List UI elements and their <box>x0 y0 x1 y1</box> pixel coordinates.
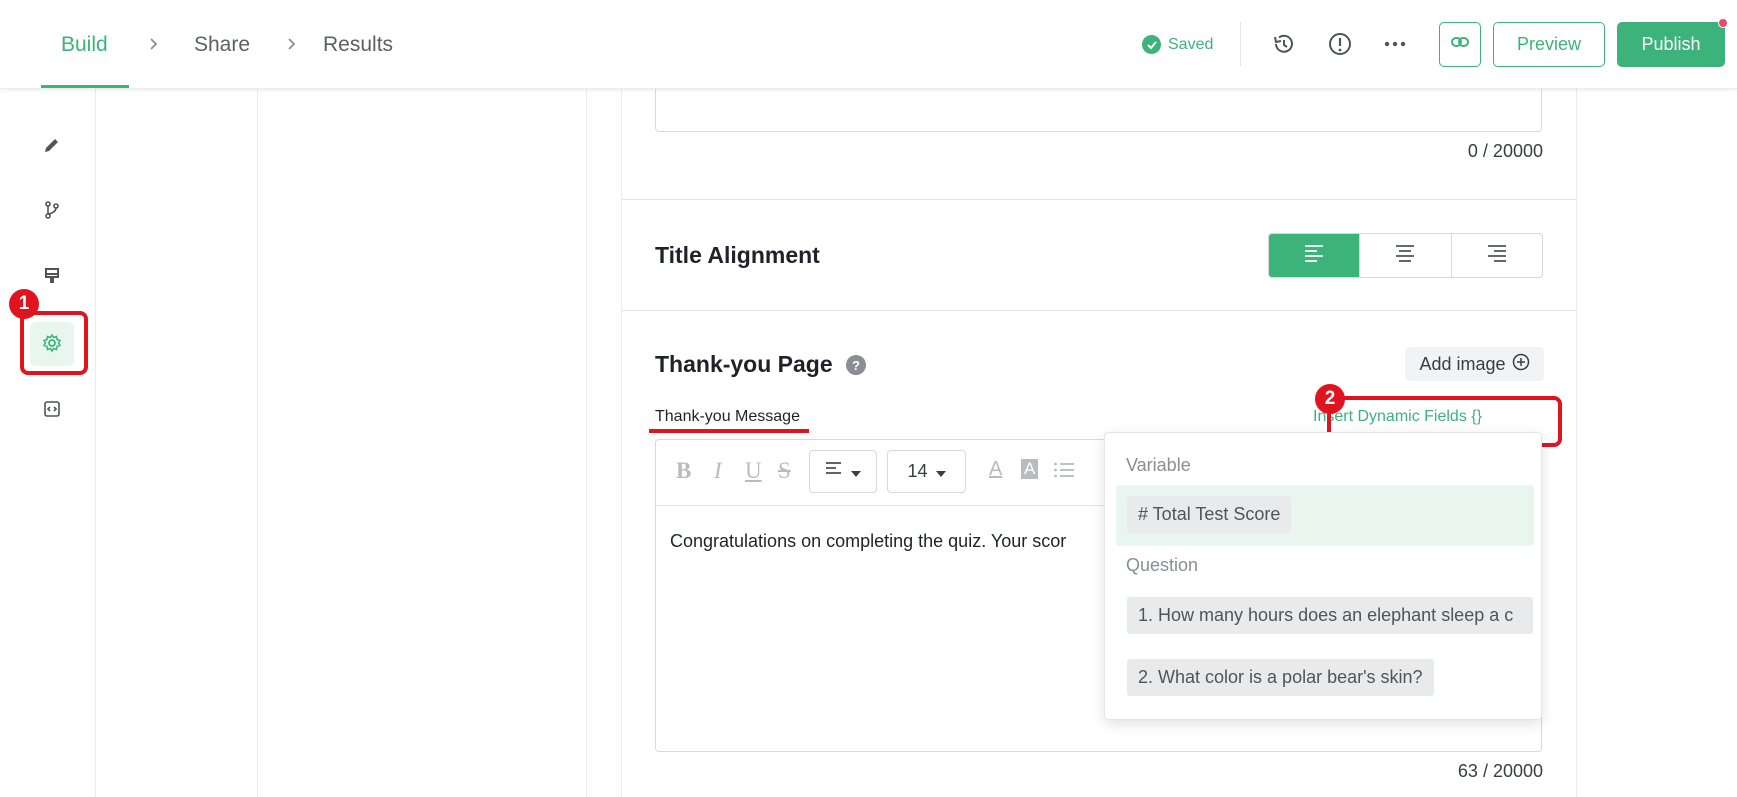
align-left-icon <box>1303 243 1325 268</box>
editor-content[interactable]: Congratulations on completing the quiz. … <box>670 531 1066 552</box>
align-right-button[interactable] <box>1452 234 1542 277</box>
font-size-value: 14 <box>907 461 928 481</box>
help-icon[interactable]: ? <box>846 355 866 375</box>
check-circle-icon <box>1142 35 1161 54</box>
align-left-icon <box>825 461 843 482</box>
top-bar: Build Share Results Saved Preview Publis… <box>0 0 1737 89</box>
pencil-icon[interactable] <box>38 131 66 159</box>
embed-code-icon[interactable] <box>38 395 66 423</box>
saved-label: Saved <box>1168 35 1214 53</box>
history-icon[interactable] <box>1270 30 1298 58</box>
panel-column-3 <box>258 89 587 797</box>
question-header: Question <box>1126 555 1199 575</box>
align-right-icon <box>1486 243 1508 268</box>
paint-icon[interactable] <box>38 262 66 290</box>
description-textarea[interactable] <box>655 89 1542 132</box>
align-left-button[interactable] <box>1269 234 1361 277</box>
chevron-right-icon <box>286 34 300 54</box>
ordered-list-icon[interactable] <box>1053 460 1075 486</box>
align-center-icon <box>1394 243 1416 268</box>
title-alignment-group <box>1268 233 1543 278</box>
caret-down-icon <box>851 461 861 482</box>
caret-down-icon <box>935 461 946 482</box>
panel-column-2 <box>96 89 258 797</box>
font-color-button[interactable]: A <box>989 458 1002 481</box>
dynamic-fields-dropdown: Variable # Total Test Score Question 1. … <box>1104 432 1542 720</box>
annotation-badge-2: 2 <box>1315 384 1345 414</box>
annotation-box-1 <box>20 311 88 375</box>
description-counter: 0 / 20000 <box>1467 141 1543 161</box>
bold-button[interactable]: B <box>676 458 691 484</box>
variable-header: Variable <box>1126 455 1191 475</box>
question-chip[interactable]: 1. How many hours does an elephant sleep… <box>1127 597 1533 634</box>
thank-you-counter: 63 / 20000 <box>1457 761 1543 781</box>
question-chip[interactable]: 2. What color is a polar bear's skin? <box>1127 659 1434 696</box>
add-image-button[interactable]: Add image <box>1405 347 1544 381</box>
info-icon[interactable] <box>1326 30 1354 58</box>
thank-you-message-label: Thank-you Message <box>655 408 800 425</box>
step-results[interactable]: Results <box>323 33 393 57</box>
more-icon[interactable] <box>1381 30 1409 58</box>
title-alignment-heading: Title Alignment <box>655 242 820 268</box>
active-step-underline <box>41 85 129 88</box>
plus-circle-icon <box>1512 353 1530 376</box>
notification-dot <box>1718 18 1728 28</box>
background-color-button[interactable]: A <box>1021 459 1039 479</box>
variable-chip[interactable]: # Total Test Score <box>1127 496 1292 533</box>
annotation-badge-1: 1 <box>9 289 39 319</box>
saved-status: Saved <box>1142 35 1213 54</box>
thank-you-heading: Thank-you Page <box>655 351 833 377</box>
step-build[interactable]: Build <box>61 33 108 57</box>
chevron-right-icon <box>148 34 162 54</box>
publish-button[interactable]: Publish <box>1617 22 1725 67</box>
section-divider <box>622 310 1576 311</box>
branch-icon[interactable] <box>38 196 66 224</box>
copy-link-button[interactable] <box>1439 22 1481 67</box>
toolbar-divider <box>1240 22 1241 66</box>
align-select[interactable] <box>809 450 877 493</box>
add-image-label: Add image <box>1419 353 1506 374</box>
align-center-button[interactable] <box>1360 234 1452 277</box>
annotation-underline <box>649 429 809 433</box>
preview-button[interactable]: Preview <box>1493 22 1605 67</box>
underline-button[interactable]: U <box>745 458 762 484</box>
section-divider <box>622 199 1576 200</box>
left-rail <box>14 89 96 797</box>
italic-button[interactable]: I <box>714 458 722 484</box>
link-icon <box>1450 32 1470 57</box>
strikethrough-button[interactable]: S <box>778 458 791 484</box>
font-size-select[interactable]: 14 <box>887 450 966 493</box>
step-share[interactable]: Share <box>194 33 250 57</box>
